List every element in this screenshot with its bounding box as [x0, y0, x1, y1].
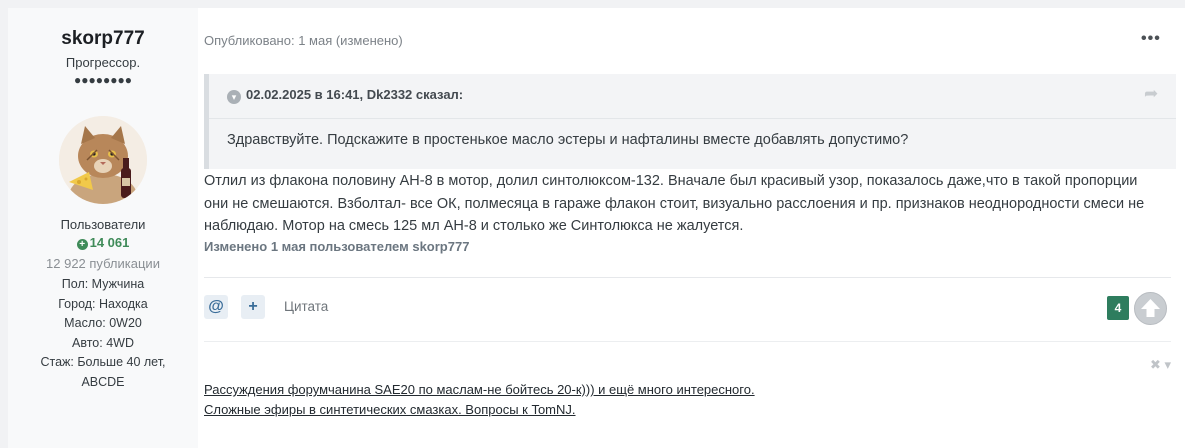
multiquote-add-button[interactable]: + [241, 295, 265, 319]
quote-block: ▾ 02.02.2025 в 16:41, Dk2332 сказал: ➦ Зд… [204, 74, 1176, 169]
quote-button[interactable]: Цитата [284, 299, 328, 314]
profile-fields: Пол: Мужчина Город: Находка Масло: 0W20 … [8, 275, 198, 392]
post-text-line: наблюдаю. Мотор на смесь 125 мл АН-8 и с… [204, 218, 744, 234]
quote-divider [209, 118, 1176, 119]
share-arrow-icon[interactable]: ➦ [1144, 84, 1158, 104]
close-signature-icon[interactable]: ✖ ▾ [1150, 357, 1171, 373]
mention-button[interactable]: @ [204, 295, 228, 319]
signature: Рассуждения форумчанина SAE20 по маслам-… [204, 380, 755, 420]
profile-field: ABCDE [81, 374, 125, 389]
signature-link[interactable]: Сложные эфиры в синтетических смазках. В… [204, 400, 755, 420]
forum-post: skorp777 Прогрессор. ●●●●●●●● Пользовате… [8, 8, 1185, 448]
upvote-button[interactable] [1134, 292, 1167, 325]
reputation-value: 14 061 [89, 235, 130, 250]
post-text-line: Отлил из флакона половину АН-8 в мотор, … [204, 173, 1138, 189]
signature-divider [204, 341, 1171, 342]
reputation[interactable]: +14 061 [8, 235, 198, 250]
chevron-down-icon[interactable]: ▾ [227, 90, 241, 104]
post-content: Отлил из флакона половину АН-8 в мотор, … [204, 170, 1179, 238]
ellipsis-icon[interactable]: ••• [1141, 30, 1161, 48]
profile-field: Город: Находка [58, 296, 148, 311]
signature-link[interactable]: Рассуждения форумчанина SAE20 по маслам-… [204, 380, 755, 400]
profile-field: Стаж: Больше 40 лет, [40, 355, 166, 369]
edited-note: Изменено 1 мая пользователем skorp777 [204, 239, 470, 254]
quote-header-text: 02.02.2025 в 16:41, Dk2332 сказал: [246, 87, 464, 102]
author-username[interactable]: skorp777 [8, 28, 198, 50]
avatar[interactable] [59, 116, 147, 204]
author-rank: Прогрессор. [65, 55, 141, 70]
profile-field: Авто: 4WD [72, 335, 134, 350]
quote-body: Здравствуйте. Подскажите в простенькое м… [227, 132, 909, 148]
content-divider [204, 277, 1171, 278]
posts-count: 12 922 публикации [46, 256, 160, 271]
quote-header[interactable]: ▾ 02.02.2025 в 16:41, Dk2332 сказал: [227, 87, 1176, 104]
profile-field: Масло: 0W20 [64, 316, 142, 330]
plus-circle-icon: + [76, 239, 88, 250]
arrow-up-icon [1141, 299, 1160, 317]
reaction-count-badge[interactable]: 4 [1107, 296, 1129, 320]
post-meta[interactable]: Опубликовано: 1 мая (изменено) [204, 33, 403, 48]
author-panel: skorp777 Прогрессор. ●●●●●●●● Пользовате… [8, 8, 198, 448]
cat-avatar-image [59, 116, 147, 204]
rank-pips: ●●●●●●●● [74, 73, 132, 87]
profile-field: Пол: Мужчина [61, 277, 145, 291]
post-text-line: они не смешаются. Взболтал- все ОК, полм… [204, 195, 1145, 212]
author-group: Пользователи [60, 217, 146, 232]
